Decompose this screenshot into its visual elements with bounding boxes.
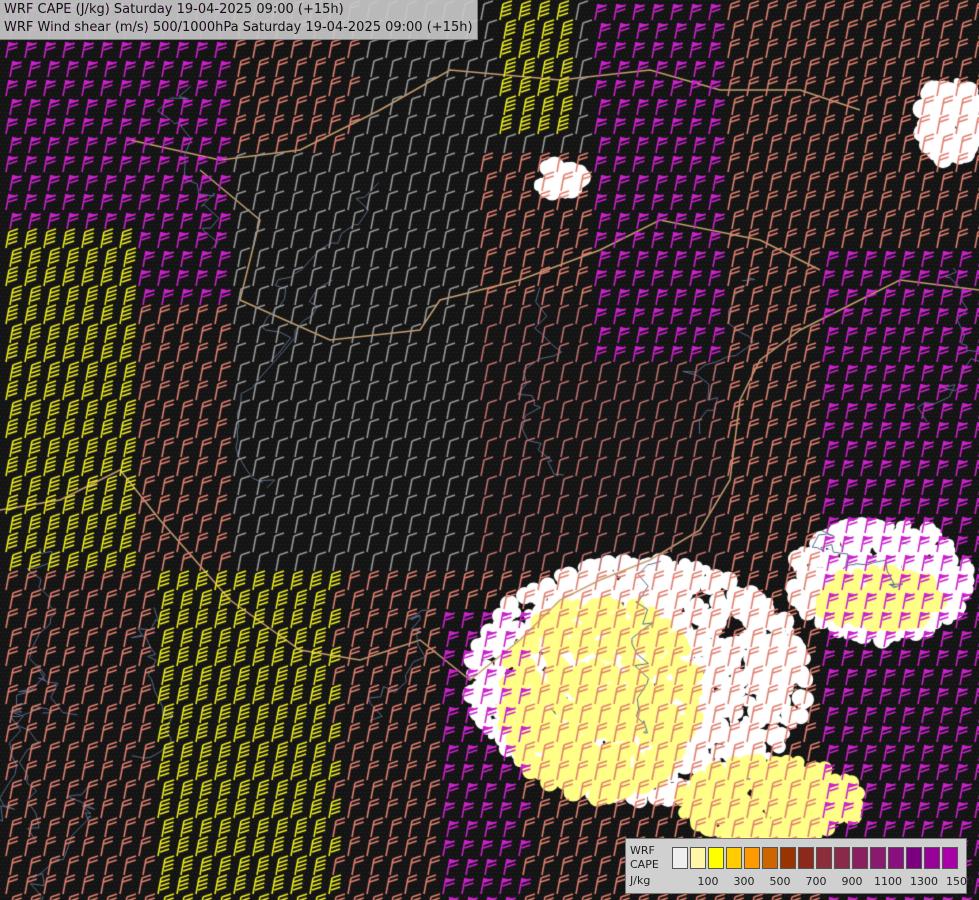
title-cape: WRF CAPE (J/kg) Saturday 19-04-2025 09:0…: [4, 2, 344, 17]
legend-swatch: [744, 847, 760, 869]
legend-swatch: [672, 847, 688, 869]
legend-swatch: [888, 847, 904, 869]
legend-swatch: [834, 847, 850, 869]
legend-swatch: [762, 847, 778, 869]
legend-tick-label: 1100: [874, 875, 902, 888]
legend-swatch: [870, 847, 886, 869]
legend-swatch: [798, 847, 814, 869]
legend-unit-label: J/kg: [630, 874, 651, 887]
legend-tick-label: 300: [733, 875, 755, 888]
legend-field-label: CAPE: [630, 858, 659, 871]
legend-tick-label: 900: [841, 875, 863, 888]
legend-tick-label: 100: [697, 875, 719, 888]
cape-legend: WRF CAPE J/kg 100 300 500 700 900 1100 1300 150…: [625, 838, 974, 894]
legend-swatch: [816, 847, 832, 869]
weather-map: [0, 0, 979, 900]
legend-tick-label: 500: [769, 875, 791, 888]
legend-swatch: [780, 847, 796, 869]
legend-swatch: [726, 847, 742, 869]
legend-swatch: [942, 847, 958, 869]
title-wind-shear: WRF Wind shear (m/s) 500/1000hPa Saturda…: [4, 20, 473, 35]
legend-swatch: [924, 847, 940, 869]
legend-swatch: [708, 847, 724, 869]
legend-swatch: [906, 847, 922, 869]
legend-swatch: [690, 847, 706, 869]
legend-swatch: [852, 847, 868, 869]
legend-tick-label: 700: [805, 875, 827, 888]
legend-tick-label: 1500: [946, 875, 974, 888]
legend-model-label: WRF: [630, 844, 655, 857]
legend-tick-label: 1300: [910, 875, 938, 888]
map-title-box: WRF CAPE (J/kg) Saturday 19-04-2025 09:0…: [0, 0, 478, 40]
